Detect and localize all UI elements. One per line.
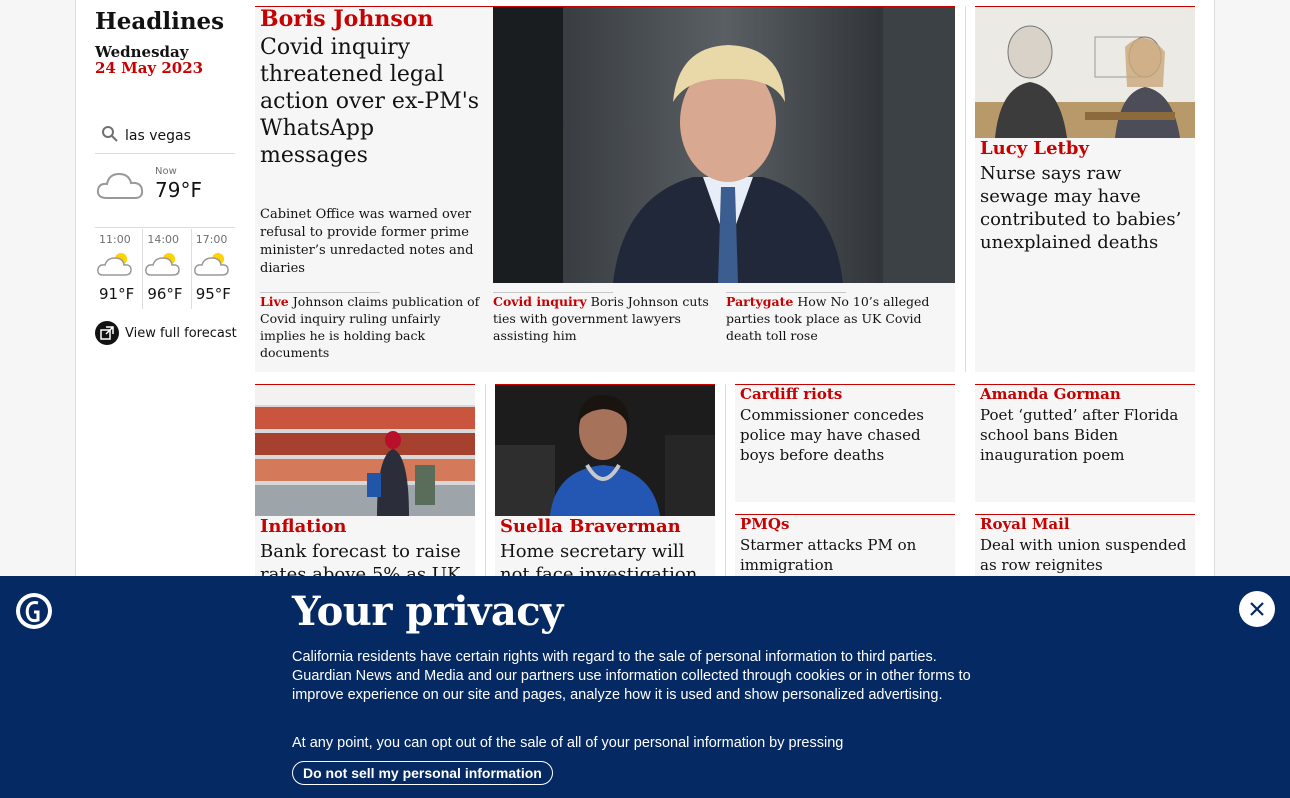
top-story-image[interactable] <box>493 7 955 283</box>
cloud-icon <box>95 166 147 210</box>
hourly-forecast: 11:00 91°F 14:00 96°F 17:00 95°F <box>95 229 240 309</box>
guardian-logo-icon <box>16 593 52 629</box>
braverman-kicker[interactable]: Suella Braverman <box>500 516 681 537</box>
privacy-banner: Your privacy California residents have c… <box>0 576 1290 798</box>
privacy-text: California residents have certain rights… <box>292 649 971 703</box>
sublink-covid-inquiry[interactable]: Covid inquiry Boris Johnson cuts ties wi… <box>493 293 713 344</box>
right-story-kicker[interactable]: Lucy Letby <box>980 138 1089 159</box>
top-story-standfirst: Cabinet Office was warned over refusal t… <box>260 207 474 276</box>
privacy-title: Your privacy <box>292 588 563 635</box>
forecast-temp: 91°F <box>99 285 135 303</box>
pmqs-kicker[interactable]: PMQs <box>740 515 789 533</box>
royal-mail-headline[interactable]: Deal with union suspended as row reignit… <box>980 535 1192 575</box>
column-divider <box>725 384 726 584</box>
full-forecast-link[interactable]: View full forecast <box>95 321 237 345</box>
forecast-time: 14:00 <box>147 233 180 246</box>
weather-now: Now 79°F <box>95 160 235 228</box>
section-title: Headlines <box>95 8 225 35</box>
braverman-image[interactable] <box>495 385 715 516</box>
full-forecast-label: View full forecast <box>125 325 237 341</box>
sublink-kicker: Partygate <box>726 294 794 309</box>
sublink-kicker: Live <box>260 294 289 309</box>
close-banner-button[interactable] <box>1239 591 1275 627</box>
forecast-hour: 17:00 95°F <box>192 229 240 309</box>
external-link-icon <box>95 321 119 345</box>
right-story-image[interactable] <box>975 7 1195 138</box>
location-value: las vegas <box>125 127 191 144</box>
now-label: Now <box>155 166 177 177</box>
close-icon <box>1250 602 1264 616</box>
forecast-hour: 14:00 96°F <box>143 229 192 309</box>
cardiff-headline[interactable]: Commissioner concedes police may have ch… <box>740 405 952 465</box>
inflation-kicker[interactable]: Inflation <box>260 516 347 537</box>
sublink-live[interactable]: Live Johnson claims publication of Covid… <box>260 293 485 361</box>
column-divider <box>485 384 486 584</box>
forecast-time: 17:00 <box>195 233 228 246</box>
sun-cloud-icon <box>193 253 229 276</box>
now-temp: 79°F <box>155 178 202 202</box>
forecast-hour: 11:00 91°F <box>95 229 144 309</box>
royal-mail-kicker[interactable]: Royal Mail <box>980 515 1070 533</box>
forecast-temp: 96°F <box>147 285 183 303</box>
sublink-text: Johnson claims publication of Covid inqu… <box>260 294 480 360</box>
do-not-sell-button[interactable]: Do not sell my personal information <box>292 761 553 785</box>
date-full: 24 May 2023 <box>95 59 204 77</box>
weather-location-search[interactable]: las vegas <box>95 118 235 154</box>
gorman-headline[interactable]: Poet ‘gutted’ after Florida school bans … <box>980 405 1192 465</box>
forecast-time: 11:00 <box>99 233 131 246</box>
forecast-temp: 95°F <box>195 285 231 303</box>
right-story-headline[interactable]: Nurse says raw sewage may have contribut… <box>980 162 1190 254</box>
column-divider <box>965 6 966 372</box>
top-story-headline[interactable]: Covid inquiry threatened legal action ov… <box>260 34 485 169</box>
privacy-text-optout: At any point, you can opt out of the sal… <box>292 735 844 751</box>
pmqs-headline[interactable]: Starmer attacks PM on immigration <box>740 535 952 575</box>
sublink-kicker: Covid inquiry <box>493 294 587 309</box>
gorman-kicker[interactable]: Amanda Gorman <box>980 385 1121 403</box>
search-icon <box>101 125 119 147</box>
top-story-kicker[interactable]: Boris Johnson <box>260 6 433 32</box>
sublink-partygate[interactable]: Partygate How No 10’s alleged parties to… <box>726 293 946 344</box>
cardiff-kicker[interactable]: Cardiff riots <box>740 385 842 403</box>
inflation-image[interactable] <box>255 385 475 516</box>
sun-cloud-icon <box>97 253 132 276</box>
sun-cloud-icon <box>145 253 181 276</box>
